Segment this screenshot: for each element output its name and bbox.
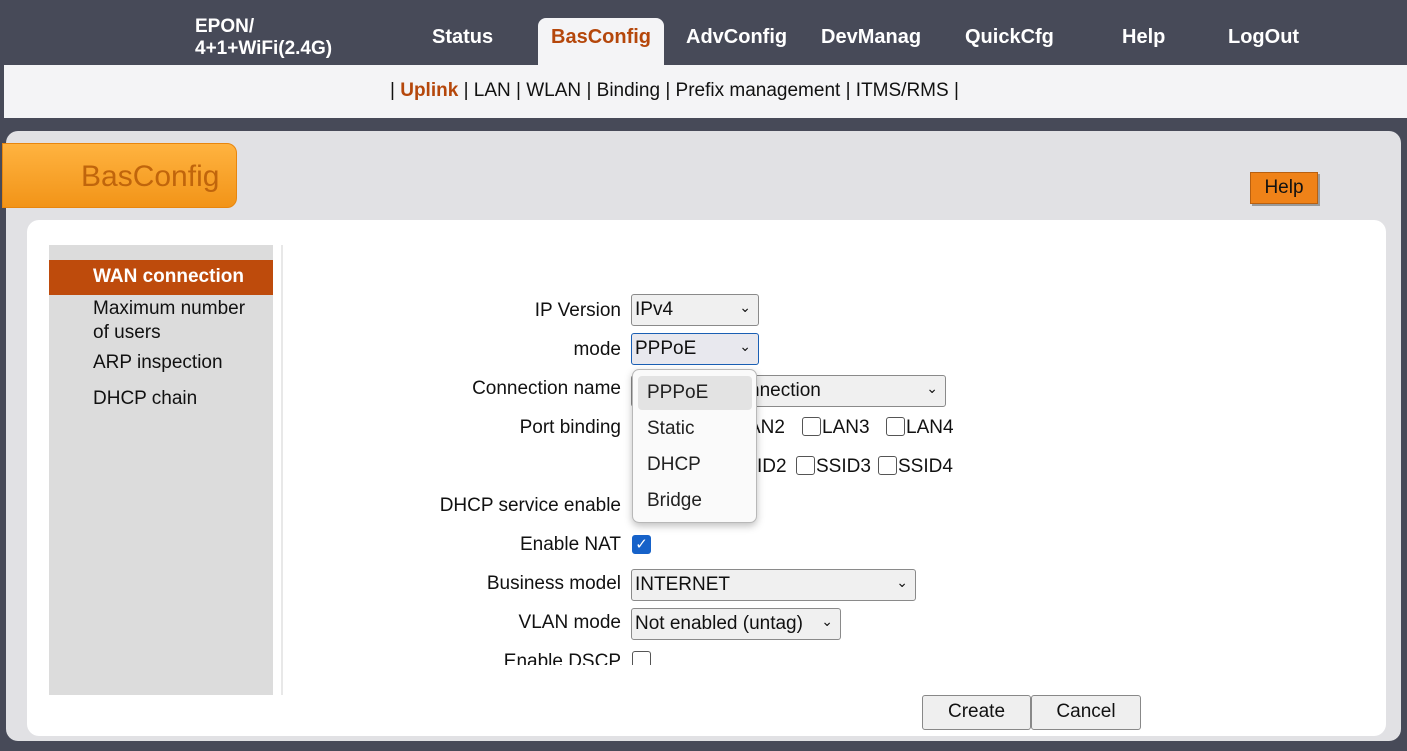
enable-nat-label: Enable NAT — [519, 534, 621, 555]
ssid2-label: ID2 — [757, 456, 787, 477]
subnav-separator: | — [845, 80, 851, 101]
device-model: EPON/ 4+1+WiFi(2.4G) — [195, 16, 332, 60]
vlan-mode-select[interactable]: Not enabled (untag) ⌄ — [631, 608, 841, 640]
subnav-wlan[interactable]: WLAN — [526, 80, 581, 101]
subnav-lan[interactable]: LAN — [474, 80, 511, 101]
tab-devmanag[interactable]: DevManag — [821, 26, 921, 49]
connection-name-label: Connection name — [472, 378, 621, 399]
dhcp-service-label: DHCP service enable — [439, 495, 621, 516]
mode-option-pppoe[interactable]: PPPoE — [638, 376, 752, 410]
lan4-checkbox[interactable] — [886, 417, 905, 436]
ssid4-label: SSID4 — [898, 456, 953, 477]
mode-option-bridge[interactable]: Bridge — [647, 490, 702, 512]
business-model-value: INTERNET — [635, 574, 730, 595]
chevron-down-icon: ⌄ — [739, 338, 751, 354]
sidebar-item-wan-connection[interactable]: WAN connection — [49, 260, 273, 295]
tab-quickcfg[interactable]: QuickCfg — [965, 26, 1054, 49]
sidebar-divider — [281, 245, 283, 695]
business-model-select[interactable]: INTERNET ⌄ — [631, 569, 916, 601]
sidebar-item-dhcp-chain[interactable]: DHCP chain — [93, 387, 197, 411]
tab-help[interactable]: Help — [1122, 26, 1165, 49]
mode-select[interactable]: PPPoE ⌄ — [631, 333, 759, 365]
chevron-down-icon: ⌄ — [926, 380, 938, 396]
ip-version-select[interactable]: IPv4 ⌄ — [631, 294, 759, 326]
ip-version-label: IP Version — [534, 300, 621, 321]
mode-option-static[interactable]: Static — [647, 418, 695, 440]
sidebar-item-maximum-users[interactable]: Maximum number of users — [93, 297, 245, 345]
vlan-mode-value: Not enabled (untag) — [635, 613, 803, 634]
section-title: BasConfig — [81, 160, 220, 193]
tab-basconfig[interactable]: BasConfig — [538, 18, 664, 65]
ssid3-checkbox[interactable] — [796, 456, 815, 475]
mode-label: mode — [573, 339, 621, 360]
vlan-mode-label: VLAN mode — [518, 612, 621, 633]
help-button[interactable]: Help — [1250, 172, 1318, 204]
subnav-separator: | — [463, 80, 469, 101]
port-binding-label: Port binding — [519, 417, 621, 438]
chevron-down-icon: ⌄ — [739, 299, 751, 315]
subnav-binding[interactable]: Binding — [597, 80, 660, 101]
section-header: BasConfig — [2, 143, 237, 208]
sidebar-item-arp-inspection[interactable]: ARP inspection — [93, 351, 223, 375]
ssid4-checkbox[interactable] — [878, 456, 897, 475]
mode-dropdown-list: PPPoE Static DHCP Bridge — [632, 369, 757, 523]
chevron-down-icon: ⌄ — [896, 574, 908, 590]
enable-dscp-label: Enable DSCP — [503, 651, 621, 665]
mode-option-dhcp[interactable]: DHCP — [647, 454, 701, 476]
subnav-separator: | — [665, 80, 671, 101]
business-model-label: Business model — [486, 573, 621, 594]
sidebar-item-label: of users — [93, 322, 161, 343]
lan3-label: LAN3 — [822, 417, 870, 438]
sub-navigation: | Uplink | LAN | WLAN | Binding | Prefix… — [390, 80, 959, 102]
subnav-uplink[interactable]: Uplink — [400, 80, 458, 101]
ip-version-value: IPv4 — [635, 299, 674, 320]
top-navigation: EPON/ 4+1+WiFi(2.4G) Status BasConfig Ad… — [0, 0, 1407, 65]
device-model-line1: EPON/ — [195, 16, 255, 37]
sidebar-item-label: Maximum number — [93, 298, 246, 319]
subnav-itms-rms[interactable]: ITMS/RMS — [856, 80, 949, 101]
lan3-checkbox[interactable] — [802, 417, 821, 436]
subnav-separator: | — [953, 80, 959, 101]
mode-value: PPPoE — [635, 338, 697, 359]
create-button[interactable]: Create — [922, 695, 1031, 730]
enable-dscp-checkbox[interactable] — [632, 651, 651, 665]
subnav-separator: | — [390, 80, 395, 101]
enable-nat-checkbox[interactable]: ✓ — [632, 535, 651, 554]
device-model-line2: 4+1+WiFi(2.4G) — [195, 38, 333, 59]
tab-status[interactable]: Status — [432, 26, 493, 49]
subnav-prefix-management[interactable]: Prefix management — [676, 80, 841, 101]
chevron-down-icon: ⌄ — [821, 613, 833, 629]
lan4-label: LAN4 — [906, 417, 954, 438]
connection-name-value: nnection — [749, 380, 821, 401]
subnav-separator: | — [516, 80, 521, 101]
tab-advconfig[interactable]: AdvConfig — [686, 26, 787, 49]
tab-logout[interactable]: LogOut — [1228, 26, 1299, 49]
subnav-separator: | — [586, 80, 592, 101]
cancel-button[interactable]: Cancel — [1031, 695, 1141, 730]
ssid3-label: SSID3 — [816, 456, 871, 477]
